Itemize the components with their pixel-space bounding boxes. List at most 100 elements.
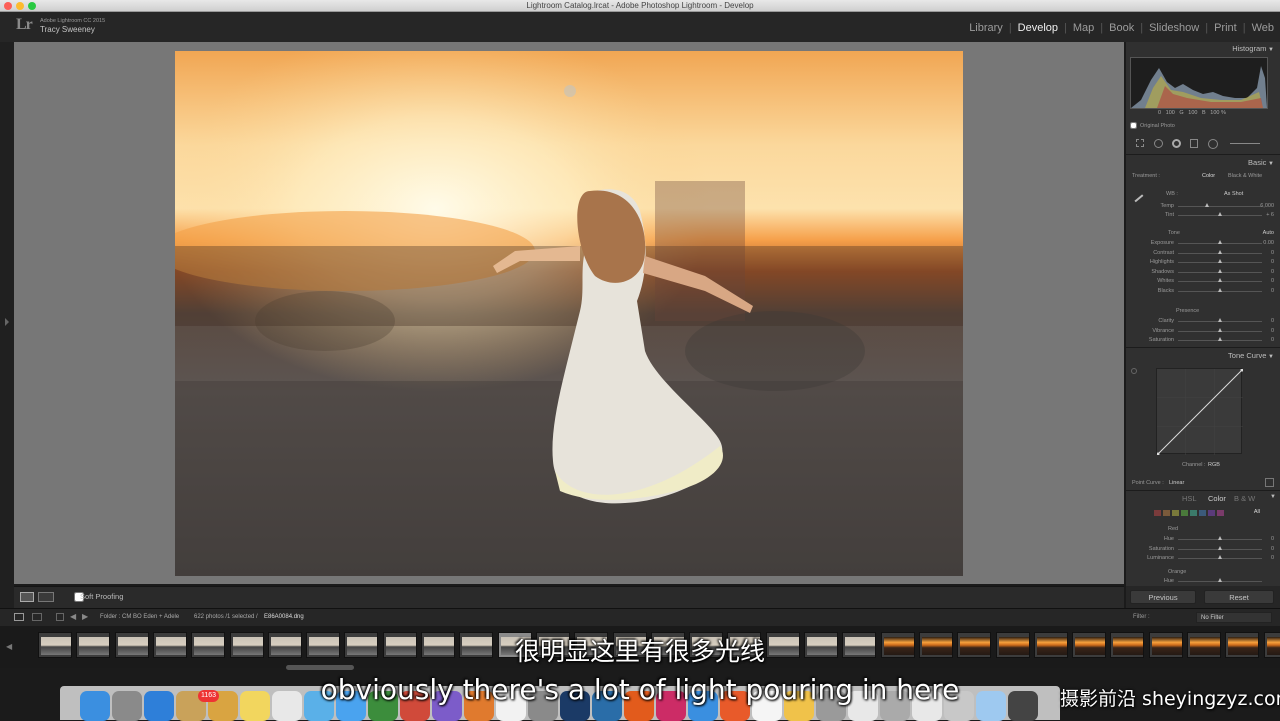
slider-value[interactable]: 6,000 — [1260, 203, 1274, 209]
module-web[interactable]: Web — [1246, 22, 1280, 34]
tone-curve-graph[interactable] — [1156, 368, 1244, 456]
slider-knob[interactable] — [1217, 212, 1222, 216]
module-develop[interactable]: Develop — [1012, 22, 1064, 34]
slider-value[interactable]: 0 — [1271, 555, 1274, 561]
slider-knob[interactable] — [1217, 555, 1222, 559]
shadows-slider[interactable] — [1178, 268, 1262, 273]
red-eye-icon[interactable] — [1172, 139, 1181, 148]
tone-curve-panel-header[interactable]: Tone Curve — [1228, 351, 1274, 360]
selected-filename[interactable]: E86A0084.dng — [264, 614, 304, 620]
point-curve-value[interactable]: Linear — [1169, 480, 1184, 486]
bw-tab[interactable]: B & W — [1234, 494, 1255, 503]
back-arrow-icon[interactable]: ◀ — [70, 612, 76, 621]
color-swatch[interactable] — [1172, 510, 1179, 516]
slider-knob[interactable] — [1217, 268, 1222, 273]
reset-button[interactable]: Reset — [1204, 590, 1274, 604]
forward-arrow-icon[interactable]: ▶ — [82, 612, 88, 621]
slider-value[interactable]: 0 — [1271, 288, 1274, 294]
previous-button[interactable]: Previous — [1130, 590, 1196, 604]
expand-left-panel-icon[interactable] — [5, 318, 9, 326]
clarity-slider[interactable] — [1178, 318, 1262, 322]
color-swatch[interactable] — [1154, 510, 1161, 516]
slider-knob[interactable] — [1217, 545, 1222, 550]
adjustment-brush-icon[interactable] — [1230, 143, 1260, 144]
left-panel-collapsed[interactable] — [0, 42, 14, 608]
color-swatch[interactable] — [1208, 510, 1215, 516]
color-swatch[interactable] — [1190, 510, 1197, 516]
module-library[interactable]: Library — [963, 22, 1009, 34]
app-version: Adobe Lightroom CC 2015 — [40, 18, 106, 24]
spot-removal-icon[interactable] — [1154, 139, 1163, 148]
slider-value[interactable]: 0 — [1271, 318, 1274, 324]
color-tab[interactable]: Color — [1208, 494, 1226, 503]
slider-knob[interactable] — [1204, 203, 1209, 207]
slider-knob[interactable] — [1217, 278, 1222, 282]
luminance-slider[interactable] — [1178, 555, 1262, 559]
slider-knob[interactable] — [1218, 578, 1222, 582]
wb-eyedropper-icon[interactable] — [1130, 189, 1144, 203]
folder-path[interactable]: Folder : CM BO Eden + Adele — [100, 614, 179, 620]
basic-panel-header[interactable]: Basic — [1248, 158, 1274, 167]
treatment-color-option[interactable]: Color — [1202, 173, 1215, 179]
treatment-bw-option[interactable]: Black & White — [1228, 173, 1262, 179]
slider-value[interactable]: 0 — [1271, 259, 1274, 265]
slider-knob[interactable] — [1217, 536, 1222, 540]
loupe-view-icon[interactable] — [20, 592, 34, 602]
hsl-all-option[interactable]: All — [1254, 509, 1260, 515]
blacks-slider[interactable] — [1178, 287, 1262, 292]
module-print[interactable]: Print — [1208, 22, 1243, 34]
module-slideshow[interactable]: Slideshow — [1143, 22, 1205, 34]
highlights-slider[interactable] — [1178, 259, 1262, 263]
before-after-view-icon[interactable] — [38, 592, 54, 602]
hsl-tab[interactable]: HSL — [1182, 494, 1197, 503]
slider-knob[interactable] — [1217, 287, 1222, 292]
original-photo-checkbox[interactable] — [1130, 122, 1137, 129]
hsl-collapse-icon[interactable]: ▼ — [1270, 494, 1276, 500]
color-swatch[interactable] — [1199, 510, 1206, 516]
graduated-filter-icon[interactable] — [1190, 139, 1198, 148]
target-adjust-icon[interactable] — [1131, 368, 1137, 374]
tone-auto-button[interactable]: Auto — [1263, 230, 1274, 236]
hue-slider[interactable] — [1178, 536, 1262, 540]
orange-hue-slider[interactable] — [1178, 578, 1262, 582]
radial-filter-icon[interactable] — [1208, 139, 1218, 149]
temp-slider[interactable] — [1178, 203, 1262, 207]
slider-value[interactable]: 0 — [1271, 546, 1274, 552]
saturation-slider[interactable] — [1178, 337, 1262, 341]
slider-knob[interactable] — [1217, 259, 1222, 263]
histogram-panel-header[interactable]: Histogram — [1232, 44, 1274, 53]
slider-value[interactable]: + 6 — [1266, 212, 1274, 218]
main-window-icon[interactable] — [14, 613, 24, 621]
slider-knob[interactable] — [1217, 327, 1222, 332]
tint-slider[interactable] — [1178, 212, 1262, 216]
wb-value[interactable]: As Shot — [1224, 191, 1243, 197]
photo-preview[interactable] — [175, 51, 963, 576]
color-swatch[interactable] — [1217, 510, 1224, 516]
contrast-slider[interactable] — [1178, 249, 1262, 254]
slider-value[interactable]: 0 — [1271, 250, 1274, 256]
slider-value[interactable]: 0 — [1271, 536, 1274, 542]
slider-knob[interactable] — [1217, 249, 1222, 254]
module-map[interactable]: Map — [1067, 22, 1100, 34]
slider-value[interactable]: 0 — [1271, 278, 1274, 284]
whites-slider[interactable] — [1178, 278, 1262, 282]
exposure-slider[interactable] — [1178, 240, 1262, 244]
module-book[interactable]: Book — [1103, 22, 1140, 34]
filter-dropdown[interactable]: No Filter — [1196, 612, 1272, 623]
slider-knob[interactable] — [1217, 318, 1222, 322]
slider-knob[interactable] — [1217, 240, 1222, 244]
slider-value[interactable]: 0 — [1271, 269, 1274, 275]
channel-value[interactable]: RGB — [1208, 462, 1220, 468]
grid-view-icon[interactable] — [56, 613, 64, 621]
saturation-slider[interactable] — [1178, 545, 1262, 550]
crop-tool-icon[interactable] — [1136, 139, 1144, 147]
vibrance-slider[interactable] — [1178, 327, 1262, 332]
slider-value[interactable]: 0 — [1271, 328, 1274, 334]
slider-value[interactable]: 0.00 — [1263, 240, 1274, 246]
second-window-icon[interactable] — [32, 613, 42, 621]
slider-knob[interactable] — [1217, 337, 1222, 341]
color-swatch[interactable] — [1163, 510, 1170, 516]
edit-point-curve-icon[interactable] — [1265, 478, 1274, 487]
color-swatch[interactable] — [1181, 510, 1188, 516]
slider-value[interactable]: 0 — [1271, 337, 1274, 343]
